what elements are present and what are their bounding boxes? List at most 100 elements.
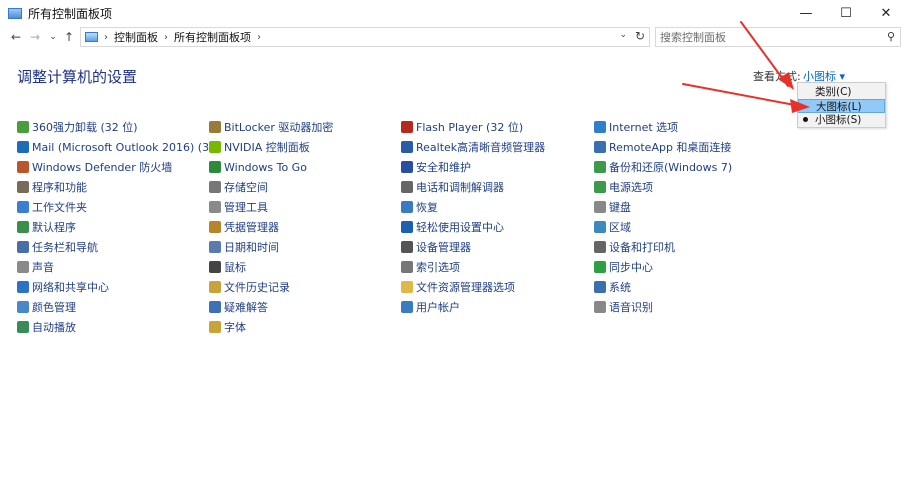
control-panel-item[interactable]: 用户帐户 bbox=[401, 299, 460, 315]
breadcrumb-control-panel[interactable]: 控制面板 bbox=[114, 29, 158, 45]
control-panel-item[interactable]: 存储空间 bbox=[209, 179, 268, 195]
control-panel-item[interactable]: 程序和功能 bbox=[17, 179, 87, 195]
power-icon bbox=[594, 181, 606, 193]
control-panel-item-label: Windows Defender 防火墙 bbox=[32, 161, 173, 174]
control-panel-item[interactable]: 区域 bbox=[594, 219, 631, 235]
control-panel-item-label: 备份和还原(Windows 7) bbox=[609, 161, 733, 174]
control-panel-item[interactable]: 默认程序 bbox=[17, 219, 76, 235]
phone-icon bbox=[401, 181, 413, 193]
control-panel-item[interactable]: Windows To Go bbox=[209, 159, 307, 175]
control-panel-item[interactable]: 文件资源管理器选项 bbox=[401, 279, 515, 295]
control-panel-item[interactable]: 360强力卸载 (32 位) bbox=[17, 119, 138, 135]
control-panel-item[interactable]: 语音识别 bbox=[594, 299, 653, 315]
page-title: 调整计算机的设置 bbox=[17, 68, 138, 86]
control-panel-small-icon bbox=[85, 32, 98, 42]
control-panel-item[interactable]: 轻松使用设置中心 bbox=[401, 219, 504, 235]
control-panel-item[interactable]: 设备和打印机 bbox=[594, 239, 675, 255]
control-panel-item[interactable]: 安全和维护 bbox=[401, 159, 471, 175]
maximize-button[interactable]: ☐ bbox=[826, 0, 866, 26]
control-panel-item[interactable]: Windows Defender 防火墙 bbox=[17, 159, 172, 175]
control-panel-item[interactable]: 索引选项 bbox=[401, 259, 460, 275]
control-panel-item[interactable]: 键盘 bbox=[594, 199, 631, 215]
control-panel-item-label: 程序和功能 bbox=[32, 181, 87, 194]
flash-icon bbox=[401, 121, 413, 133]
control-panel-item-label: 索引选项 bbox=[416, 261, 460, 274]
recent-locations-button[interactable]: ⌄ bbox=[45, 28, 61, 46]
control-panel-item-label: 轻松使用设置中心 bbox=[416, 221, 504, 234]
control-panel-item-label: 鼠标 bbox=[224, 261, 246, 274]
control-panel-item[interactable]: 疑难解答 bbox=[209, 299, 268, 315]
address-bar[interactable]: › 控制面板 › 所有控制面板项 › ⌄ ↻ bbox=[80, 27, 650, 47]
admin-tools-icon bbox=[209, 201, 221, 213]
control-panel-item-label: 电话和调制解调器 bbox=[416, 181, 504, 194]
taskbar-icon bbox=[17, 241, 29, 253]
internet-icon bbox=[594, 121, 606, 133]
breadcrumb-chevron-icon: › bbox=[104, 31, 108, 43]
control-panel-item[interactable]: 备份和还原(Windows 7) bbox=[594, 159, 732, 175]
breadcrumb-chevron-icon: › bbox=[257, 31, 261, 43]
control-panel-item[interactable]: 管理工具 bbox=[209, 199, 268, 215]
control-panel-item-label: 管理工具 bbox=[224, 201, 268, 214]
control-panel-item-label: 自动播放 bbox=[32, 321, 76, 334]
explorer-options-icon bbox=[401, 281, 413, 293]
control-panel-item[interactable]: 系统 bbox=[594, 279, 631, 295]
control-panel-item[interactable]: 电源选项 bbox=[594, 179, 653, 195]
menu-item-small-icons[interactable]: 小图标(S) bbox=[798, 113, 885, 127]
selected-bullet-icon bbox=[803, 117, 808, 122]
control-panel-item-label: 工作文件夹 bbox=[32, 201, 87, 214]
control-panel-item[interactable]: RemoteApp 和桌面连接 bbox=[594, 139, 731, 155]
control-panel-item-label: BitLocker 驱动器加密 bbox=[224, 121, 334, 134]
back-button[interactable]: ← bbox=[8, 28, 24, 46]
sound-icon bbox=[17, 261, 29, 273]
realtek-icon bbox=[401, 141, 413, 153]
menu-item-large-icons[interactable]: 大图标(L) bbox=[798, 99, 885, 113]
menu-item-category[interactable]: 类别(C) bbox=[798, 85, 885, 99]
control-panel-item-label: 系统 bbox=[609, 281, 631, 294]
control-panel-item[interactable]: 文件历史记录 bbox=[209, 279, 290, 295]
control-panel-item[interactable]: 自动播放 bbox=[17, 319, 76, 335]
up-button[interactable]: ↑ bbox=[61, 28, 77, 46]
control-panel-item[interactable]: Flash Player (32 位) bbox=[401, 119, 523, 135]
close-button[interactable]: ✕ bbox=[866, 0, 906, 26]
control-panel-item[interactable]: 字体 bbox=[209, 319, 246, 335]
control-panel-item-label: 安全和维护 bbox=[416, 161, 471, 174]
security-flag-icon bbox=[401, 161, 413, 173]
control-panel-item-label: Internet 选项 bbox=[609, 121, 679, 134]
control-panel-item[interactable]: 网络和共享中心 bbox=[17, 279, 109, 295]
control-panel-item[interactable]: Mail (Microsoft Outlook 2016) (3... bbox=[17, 139, 220, 155]
control-panel-item[interactable]: 声音 bbox=[17, 259, 54, 275]
control-panel-item[interactable]: 任务栏和导航 bbox=[17, 239, 98, 255]
search-box[interactable]: ⚲ bbox=[655, 27, 901, 47]
address-dropdown-icon[interactable]: ⌄ bbox=[619, 30, 627, 40]
forward-button[interactable]: → bbox=[27, 28, 43, 46]
programs-icon bbox=[17, 181, 29, 193]
refresh-button[interactable]: ↻ bbox=[635, 29, 645, 43]
minimize-button[interactable]: — bbox=[786, 0, 826, 26]
control-panel-item[interactable]: 凭据管理器 bbox=[209, 219, 279, 235]
control-panel-item[interactable]: Realtek高清晰音频管理器 bbox=[401, 139, 545, 155]
search-icon[interactable]: ⚲ bbox=[887, 30, 895, 43]
control-panel-item[interactable]: BitLocker 驱动器加密 bbox=[209, 119, 333, 135]
control-panel-item-label: 用户帐户 bbox=[416, 301, 460, 314]
control-panel-item[interactable]: 同步中心 bbox=[594, 259, 653, 275]
breadcrumb-all-items[interactable]: 所有控制面板项 bbox=[174, 29, 251, 45]
mail-icon bbox=[17, 141, 29, 153]
control-panel-item[interactable]: 日期和时间 bbox=[209, 239, 279, 255]
control-panel-item[interactable]: 鼠标 bbox=[209, 259, 246, 275]
control-panel-item[interactable]: Internet 选项 bbox=[594, 119, 678, 135]
control-panel-item[interactable]: 电话和调制解调器 bbox=[401, 179, 504, 195]
credential-icon bbox=[209, 221, 221, 233]
work-folders-icon bbox=[17, 201, 29, 213]
control-panel-item[interactable]: 颜色管理 bbox=[17, 299, 76, 315]
control-panel-item[interactable]: 工作文件夹 bbox=[17, 199, 87, 215]
control-panel-item-label: RemoteApp 和桌面连接 bbox=[609, 141, 732, 154]
control-panel-item[interactable]: NVIDIA 控制面板 bbox=[209, 139, 310, 155]
search-input[interactable] bbox=[656, 29, 876, 45]
network-icon bbox=[17, 281, 29, 293]
control-panel-item-label: 日期和时间 bbox=[224, 241, 279, 254]
control-panel-item[interactable]: 恢复 bbox=[401, 199, 438, 215]
control-panel-item[interactable]: 设备管理器 bbox=[401, 239, 471, 255]
control-panel-item-label: Flash Player (32 位) bbox=[416, 121, 524, 134]
device-manager-icon bbox=[401, 241, 413, 253]
control-panel-item-label: 文件历史记录 bbox=[224, 281, 290, 294]
